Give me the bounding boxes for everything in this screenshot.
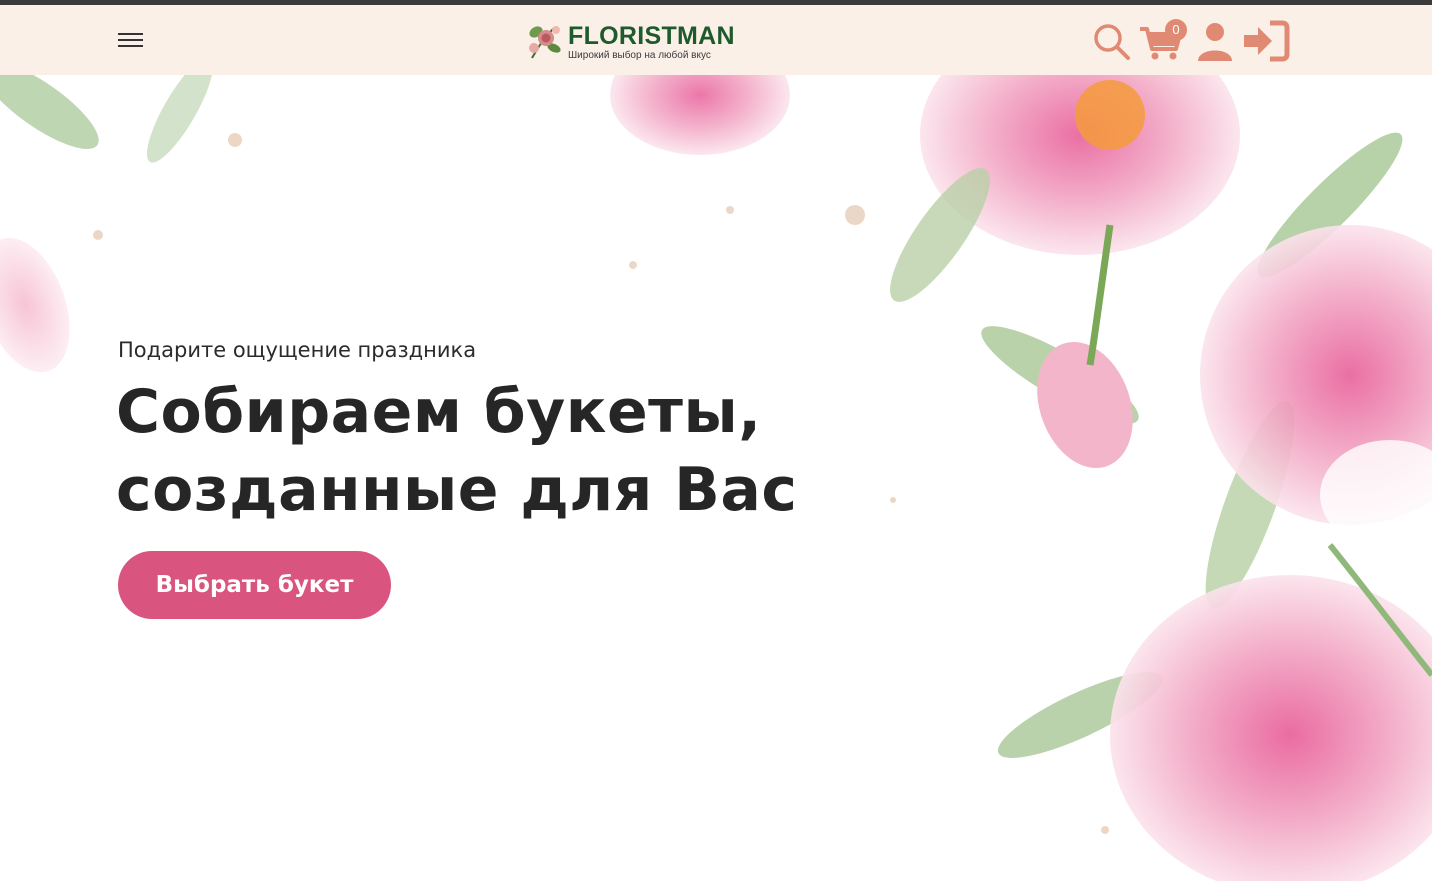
- flower-logo-icon: [529, 26, 561, 59]
- logo-tagline: Широкий выбор на любой вкус: [568, 50, 711, 61]
- hamburger-menu-icon[interactable]: [118, 33, 144, 49]
- hero-headline-line2: созданные для Вас: [116, 455, 798, 525]
- cart-count-badge: 0: [1165, 19, 1187, 41]
- site-logo[interactable]: FLORISTMAN Широкий выбор на любой вкус: [524, 16, 735, 64]
- header-actions: [1090, 19, 1290, 65]
- choose-bouquet-button[interactable]: Выбрать букет: [118, 551, 391, 619]
- hero-banner: Подарите ощущение праздника Собираем бук…: [0, 75, 1432, 881]
- site-header: FLORISTMAN Широкий выбор на любой вкус 0: [0, 5, 1432, 75]
- search-icon[interactable]: [1092, 19, 1132, 63]
- hero-headline-line1: Собираем букеты,: [116, 377, 762, 447]
- logo-name: FLORISTMAN: [568, 22, 735, 50]
- hero-headline: Собираем букеты, созданные для Вас: [116, 373, 797, 529]
- login-icon[interactable]: [1242, 19, 1290, 63]
- user-icon[interactable]: [1196, 19, 1234, 63]
- hero-subtitle: Подарите ощущение праздника: [118, 338, 477, 362]
